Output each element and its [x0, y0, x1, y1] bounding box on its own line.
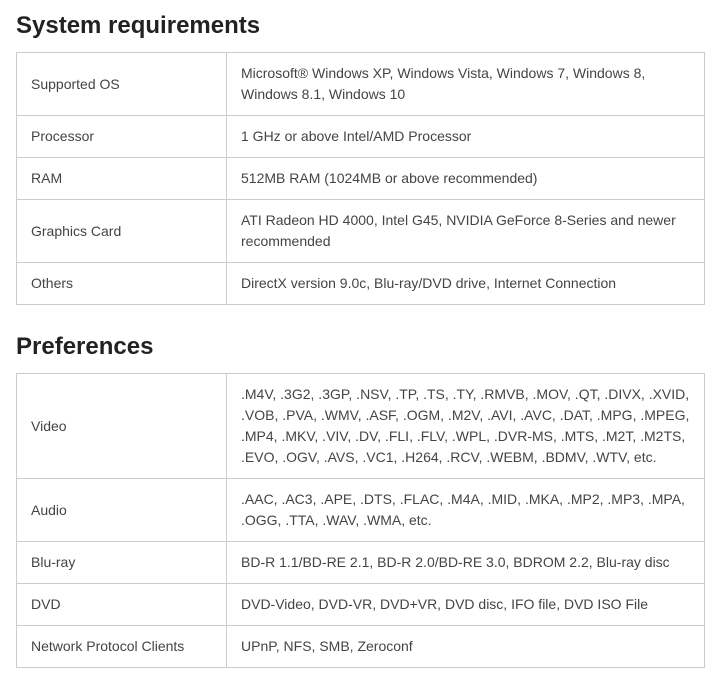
row-label: Audio: [17, 479, 227, 542]
row-label: Others: [17, 263, 227, 305]
table-row: Video .M4V, .3G2, .3GP, .NSV, .TP, .TS, …: [17, 374, 705, 479]
row-value: .M4V, .3G2, .3GP, .NSV, .TP, .TS, .TY, .…: [227, 374, 705, 479]
system-requirements-section: System requirements Supported OS Microso…: [16, 12, 705, 305]
row-label: Video: [17, 374, 227, 479]
row-label: Network Protocol Clients: [17, 626, 227, 668]
row-value: ATI Radeon HD 4000, Intel G45, NVIDIA Ge…: [227, 200, 705, 263]
table-row: Blu-ray BD-R 1.1/BD-RE 2.1, BD-R 2.0/BD-…: [17, 542, 705, 584]
table-row: Audio .AAC, .AC3, .APE, .DTS, .FLAC, .M4…: [17, 479, 705, 542]
section-heading: Preferences: [16, 333, 705, 361]
table-row: RAM 512MB RAM (1024MB or above recommend…: [17, 158, 705, 200]
system-requirements-table: Supported OS Microsoft® Windows XP, Wind…: [16, 52, 705, 305]
table-row: Network Protocol Clients UPnP, NFS, SMB,…: [17, 626, 705, 668]
row-value: 1 GHz or above Intel/AMD Processor: [227, 116, 705, 158]
row-value: 512MB RAM (1024MB or above recommended): [227, 158, 705, 200]
table-row: Supported OS Microsoft® Windows XP, Wind…: [17, 53, 705, 116]
section-heading: System requirements: [16, 12, 705, 40]
row-value: DirectX version 9.0c, Blu-ray/DVD drive,…: [227, 263, 705, 305]
row-label: RAM: [17, 158, 227, 200]
row-value: UPnP, NFS, SMB, Zeroconf: [227, 626, 705, 668]
row-label: Graphics Card: [17, 200, 227, 263]
preferences-section: Preferences Video .M4V, .3G2, .3GP, .NSV…: [16, 333, 705, 668]
table-row: Others DirectX version 9.0c, Blu-ray/DVD…: [17, 263, 705, 305]
preferences-table: Video .M4V, .3G2, .3GP, .NSV, .TP, .TS, …: [16, 373, 705, 668]
table-row: DVD DVD-Video, DVD-VR, DVD+VR, DVD disc,…: [17, 584, 705, 626]
row-value: BD-R 1.1/BD-RE 2.1, BD-R 2.0/BD-RE 3.0, …: [227, 542, 705, 584]
table-row: Graphics Card ATI Radeon HD 4000, Intel …: [17, 200, 705, 263]
row-value: Microsoft® Windows XP, Windows Vista, Wi…: [227, 53, 705, 116]
row-value: DVD-Video, DVD-VR, DVD+VR, DVD disc, IFO…: [227, 584, 705, 626]
row-label: Processor: [17, 116, 227, 158]
row-label: Supported OS: [17, 53, 227, 116]
table-row: Processor 1 GHz or above Intel/AMD Proce…: [17, 116, 705, 158]
row-value: .AAC, .AC3, .APE, .DTS, .FLAC, .M4A, .MI…: [227, 479, 705, 542]
row-label: DVD: [17, 584, 227, 626]
row-label: Blu-ray: [17, 542, 227, 584]
